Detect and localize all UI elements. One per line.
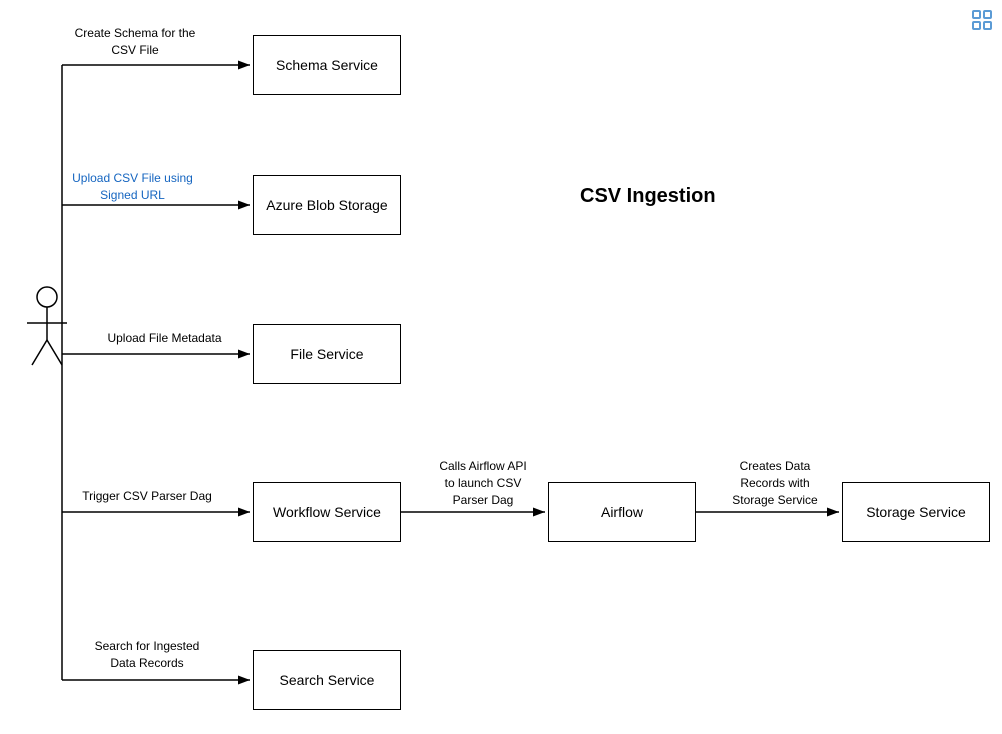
schema-service-box: Schema Service [253, 35, 401, 95]
label-schema: Create Schema for the CSV File [70, 25, 200, 59]
search-service-box: Search Service [253, 650, 401, 710]
label-storage-create: Creates DataRecords withStorage Service [710, 458, 840, 508]
file-service-box: File Service [253, 324, 401, 384]
workflow-service-box: Workflow Service [253, 482, 401, 542]
storage-service-box: Storage Service [842, 482, 990, 542]
label-airflow-call: Calls Airflow APIto launch CSVParser Dag [418, 458, 548, 508]
arrows-svg [0, 0, 1002, 734]
diagram-container: CSV Ingestion Schema Service Azure Blob … [0, 0, 1002, 734]
diagram-title: CSV Ingestion [580, 185, 716, 208]
label-blob: Upload CSV File using Signed URL [60, 170, 205, 204]
actor-figure [22, 285, 72, 380]
azure-blob-box: Azure Blob Storage [253, 175, 401, 235]
label-workflow: Trigger CSV Parser Dag [82, 488, 212, 505]
label-file: Upload File Metadata [92, 330, 237, 347]
label-search: Search for IngestedData Records [72, 638, 222, 672]
airflow-box: Airflow [548, 482, 696, 542]
focus-icon[interactable] [970, 8, 994, 32]
